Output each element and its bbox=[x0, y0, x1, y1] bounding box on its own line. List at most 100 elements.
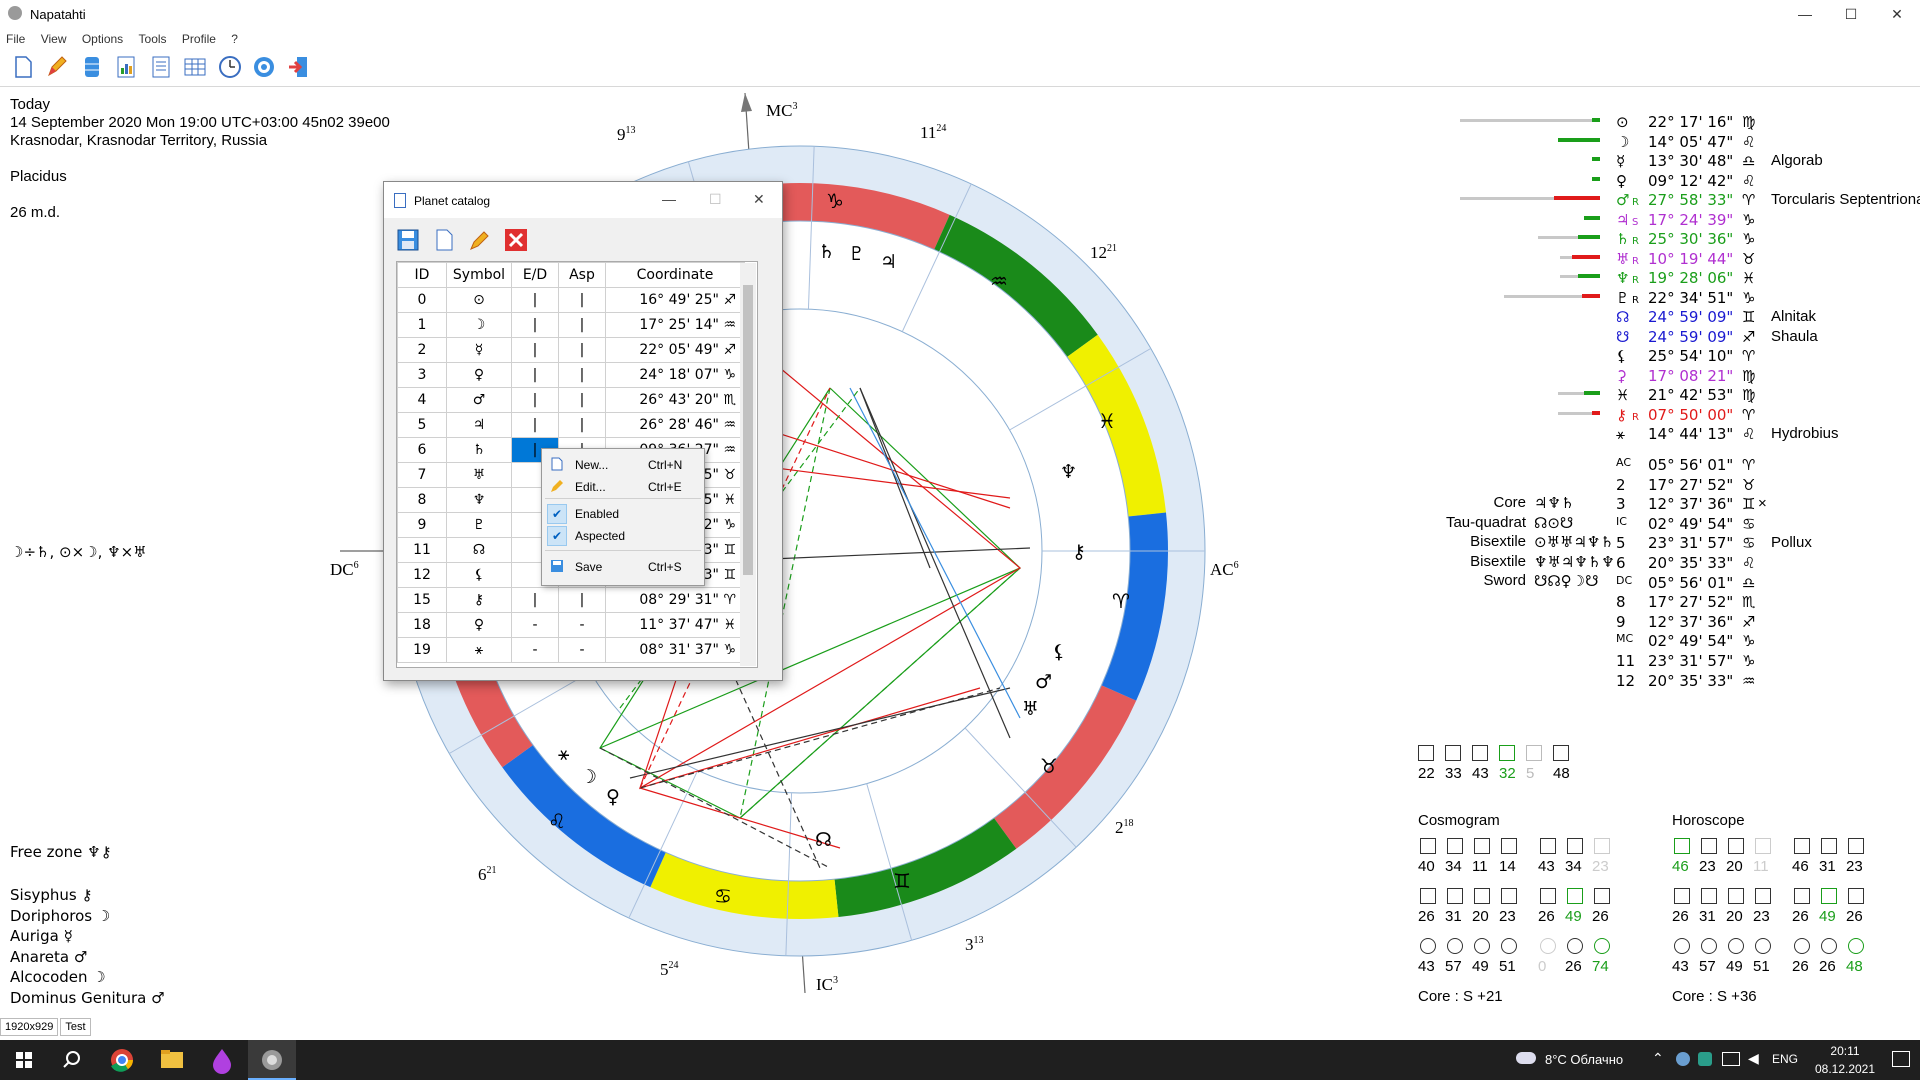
table-cell[interactable]: ♄ bbox=[446, 437, 512, 463]
table-cell[interactable]: 16° 49' 25" ♐ bbox=[605, 287, 745, 313]
column-header[interactable]: Coordinate bbox=[605, 262, 745, 288]
table-cell[interactable]: | bbox=[511, 312, 559, 338]
table-cell[interactable]: ♆ bbox=[446, 487, 512, 513]
table-cell[interactable]: 1 bbox=[397, 312, 447, 338]
clock-time[interactable]: 20:11 bbox=[1817, 1044, 1873, 1058]
table-row[interactable]: 5 ♃ | | 26° 28' 46" ♒ bbox=[397, 412, 745, 438]
table-cell[interactable]: 19 bbox=[397, 637, 447, 663]
table-cell[interactable]: ♇ bbox=[446, 512, 512, 538]
database-icon[interactable] bbox=[79, 54, 105, 80]
table-cell[interactable]: | bbox=[511, 412, 559, 438]
menu-item-new[interactable]: New... bbox=[575, 458, 608, 472]
notifications-icon[interactable] bbox=[1892, 1051, 1910, 1067]
table-cell[interactable]: 22° 05' 49" ♐ bbox=[605, 337, 745, 363]
edit-icon[interactable] bbox=[468, 228, 492, 252]
table-cell[interactable]: ♅ bbox=[446, 462, 512, 488]
table-cell[interactable]: - bbox=[558, 612, 606, 638]
table-cell[interactable]: 2 bbox=[397, 337, 447, 363]
chiron-chart-icon[interactable]: ⚷ bbox=[1072, 541, 1086, 563]
table-cell[interactable]: 15 bbox=[397, 587, 447, 613]
file-explorer-icon[interactable] bbox=[148, 1040, 196, 1080]
jupiter-chart-icon[interactable]: ♃ bbox=[880, 251, 897, 273]
weather-text[interactable]: 8°C Облачно bbox=[1545, 1052, 1623, 1067]
security-shield-icon[interactable] bbox=[1698, 1052, 1712, 1066]
venus-chart-icon[interactable]: ♀ bbox=[606, 786, 620, 808]
uranus-chart-icon[interactable]: ♅ bbox=[1022, 698, 1039, 720]
table-row[interactable]: 4 ♂ | | 26° 43' 20" ♏ bbox=[397, 387, 745, 413]
text-document-icon[interactable] bbox=[148, 54, 174, 80]
column-header[interactable]: Symbol bbox=[446, 262, 512, 288]
table-cell[interactable]: 08° 29' 31" ♈ bbox=[605, 587, 745, 613]
table-cell[interactable]: ♀ bbox=[446, 362, 512, 388]
table-row[interactable]: 0 ⊙ | | 16° 49' 25" ♐ bbox=[397, 287, 745, 313]
menu-tools[interactable]: Tools bbox=[133, 30, 173, 48]
menu-help[interactable]: ? bbox=[225, 30, 244, 48]
maximize-button[interactable]: ☐ bbox=[1828, 0, 1874, 28]
table-cell[interactable]: 4 bbox=[397, 387, 447, 413]
table-cell[interactable]: 24° 18' 07" ♑ bbox=[605, 362, 745, 388]
start-button[interactable] bbox=[0, 1040, 48, 1080]
table-row[interactable]: 3 ♀ | | 24° 18' 07" ♑ bbox=[397, 362, 745, 388]
saturn-chart-icon[interactable]: ♄ bbox=[818, 241, 835, 263]
table-cell[interactable]: 7 bbox=[397, 462, 447, 488]
menu-item-enabled[interactable]: Enabled bbox=[575, 507, 619, 521]
table-cell[interactable]: | bbox=[511, 362, 559, 388]
clock-icon[interactable] bbox=[217, 54, 243, 80]
edit-pencil-icon[interactable] bbox=[44, 54, 70, 80]
napatahti-taskbar-icon[interactable] bbox=[248, 1040, 296, 1080]
close-button[interactable]: ✕ bbox=[1874, 0, 1920, 28]
table-cell[interactable]: | bbox=[558, 362, 606, 388]
table-row[interactable]: 2 ☿ | | 22° 05' 49" ♐ bbox=[397, 337, 745, 363]
column-header[interactable]: Asp bbox=[558, 262, 606, 288]
table-cell[interactable]: 5 bbox=[397, 412, 447, 438]
report-chart-icon[interactable] bbox=[113, 54, 139, 80]
menu-item-aspected[interactable]: Aspected bbox=[575, 529, 625, 543]
clock-date[interactable]: 08.12.2021 bbox=[1810, 1062, 1880, 1076]
table-cell[interactable]: 11 bbox=[397, 537, 447, 563]
column-header[interactable]: ID bbox=[397, 262, 447, 288]
table-cell[interactable]: 18 bbox=[397, 612, 447, 638]
node-chart-icon[interactable]: ☊ bbox=[815, 829, 832, 851]
settings-gear-icon[interactable] bbox=[251, 54, 277, 80]
table-cell[interactable]: | bbox=[558, 587, 606, 613]
menu-file[interactable]: File bbox=[0, 30, 31, 48]
language-indicator[interactable]: ENG bbox=[1772, 1052, 1798, 1066]
search-icon[interactable] bbox=[48, 1040, 96, 1080]
table-cell[interactable]: | bbox=[558, 412, 606, 438]
menu-profile[interactable]: Profile bbox=[176, 30, 222, 48]
table-cell[interactable]: | bbox=[511, 587, 559, 613]
table-cell[interactable]: 26° 28' 46" ♒ bbox=[605, 412, 745, 438]
table-cell[interactable]: 17° 25' 14" ♒ bbox=[605, 312, 745, 338]
table-cell[interactable]: ⊙ bbox=[446, 287, 512, 313]
table-row[interactable]: 19 ⚹ - -08° 31' 37" ♑ bbox=[397, 637, 745, 663]
hydrobius-chart-icon[interactable]: ⚹ bbox=[558, 743, 570, 765]
table-cell[interactable]: | bbox=[558, 337, 606, 363]
moon-chart-icon[interactable]: ☽ bbox=[580, 766, 597, 788]
table-cell[interactable]: 11° 37' 47" ♓ bbox=[605, 612, 745, 638]
column-header[interactable]: E/D bbox=[511, 262, 559, 288]
table-cell[interactable]: ♂ bbox=[446, 387, 512, 413]
network-icon[interactable] bbox=[1722, 1052, 1740, 1066]
table-cell[interactable]: 9 bbox=[397, 512, 447, 538]
table-cell[interactable]: | bbox=[511, 287, 559, 313]
table-cell[interactable]: | bbox=[558, 387, 606, 413]
dialog-close-button[interactable]: ✕ bbox=[753, 191, 765, 208]
delete-icon[interactable] bbox=[504, 228, 528, 252]
lilith-chart-icon[interactable]: ⚸ bbox=[1052, 641, 1066, 663]
neptune-chart-icon[interactable]: ♆ bbox=[1060, 461, 1077, 483]
scroll-thumb[interactable] bbox=[743, 285, 753, 575]
table-cell[interactable]: | bbox=[558, 312, 606, 338]
table-cell[interactable]: 6 bbox=[397, 437, 447, 463]
table-cell[interactable]: ☽ bbox=[446, 312, 512, 338]
chrome-icon[interactable] bbox=[98, 1040, 146, 1080]
table-row[interactable]: 18 ♀ - -11° 37' 47" ♓ bbox=[397, 612, 745, 638]
table-cell[interactable]: ☊ bbox=[446, 537, 512, 563]
table-cell[interactable]: - bbox=[558, 637, 606, 663]
table-row[interactable]: 15 ⚷ | | 08° 29' 31" ♈ bbox=[397, 587, 745, 613]
table-row[interactable]: 1 ☽ | | 17° 25' 14" ♒ bbox=[397, 312, 745, 338]
table-cell[interactable]: ⚹ bbox=[446, 637, 512, 663]
dialog-maximize-button[interactable]: ☐ bbox=[709, 191, 722, 208]
table-cell[interactable]: ⚸ bbox=[446, 562, 512, 588]
catalog-scrollbar[interactable] bbox=[740, 263, 756, 666]
table-cell[interactable]: - bbox=[511, 612, 559, 638]
